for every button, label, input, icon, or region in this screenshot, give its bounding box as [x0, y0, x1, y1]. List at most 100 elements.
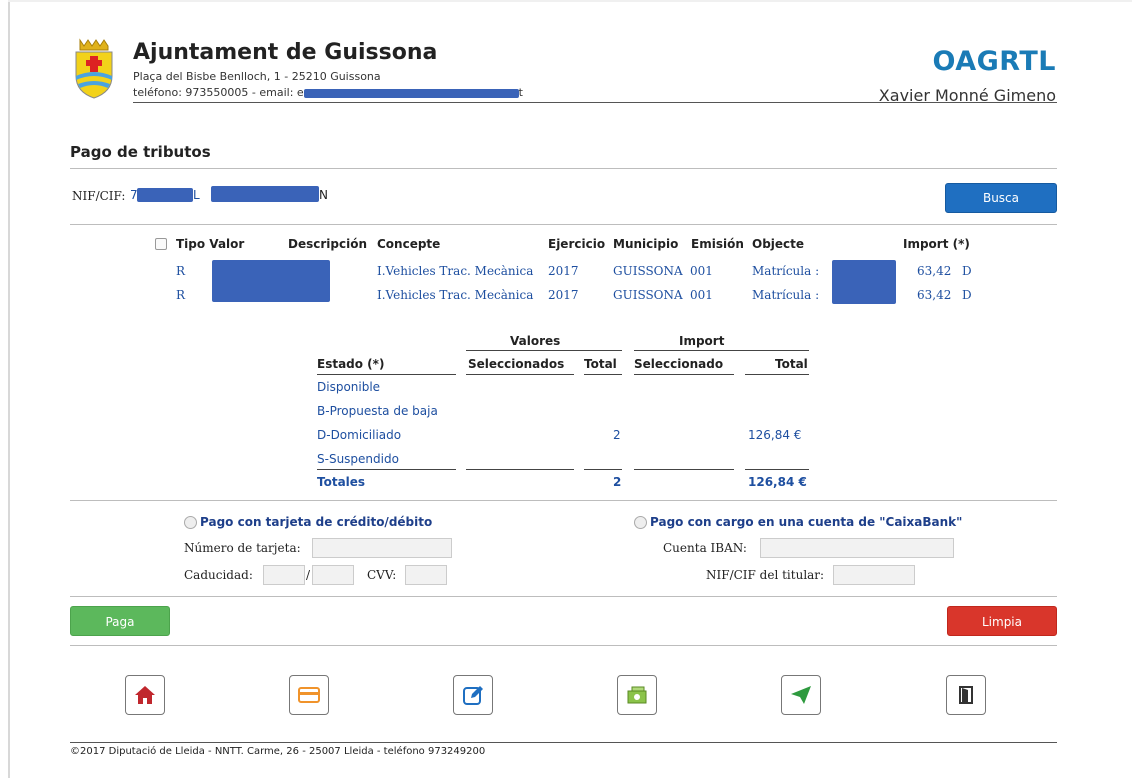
iban-label: Cuenta IBAN: [663, 541, 747, 555]
card-icon [298, 687, 320, 703]
card-payment-label[interactable]: Pago con tarjeta de crédito/débito [200, 515, 432, 529]
row-import[interactable]: 63,42 [917, 264, 951, 278]
expiry-label: Caducidad: [184, 568, 253, 582]
expiry-month-input[interactable] [263, 565, 305, 585]
row-ejercicio[interactable]: 2017 [548, 288, 579, 302]
header-underline [584, 374, 622, 375]
holder-nif-input[interactable] [833, 565, 915, 585]
col-objecte: Objecte [752, 237, 805, 251]
row-import[interactable]: 63,42 [917, 288, 951, 302]
header-underline [634, 374, 734, 375]
actions-divider [70, 645, 1057, 646]
row-municipio[interactable]: GUISSONA [613, 264, 683, 278]
redacted-descripcion [212, 260, 330, 302]
page-title: Pago de tributos [70, 143, 211, 161]
holder-nif-label: NIF/CIF del titular: [706, 568, 825, 582]
exit-icon [959, 686, 973, 704]
summary-divider [70, 500, 1057, 501]
row-tipo[interactable]: R [176, 264, 185, 278]
row-concepte[interactable]: I.Vehicles Trac. Mecànica [377, 288, 533, 302]
estado-row-total: 2 [613, 428, 621, 442]
nif-label: NIF/CIF: [72, 189, 126, 203]
home-button[interactable] [125, 675, 165, 715]
card-button[interactable] [289, 675, 329, 715]
footer-divider [70, 742, 1057, 743]
expiry-separator: / [306, 568, 311, 582]
pay-button[interactable]: Paga [70, 606, 170, 636]
card-number-label: Número de tarjeta: [184, 541, 301, 555]
search-button[interactable]: Busca [945, 183, 1057, 213]
totales-label: Totales [317, 475, 366, 489]
col-ejercicio: Ejercicio [548, 237, 606, 251]
expiry-year-input[interactable] [312, 565, 354, 585]
cvv-input[interactable] [405, 565, 447, 585]
org-name: Ajuntament de Guissona [133, 40, 438, 65]
total-underline [466, 469, 574, 470]
bank-payment-label[interactable]: Pago con cargo en una cuenta de "CaixaBa… [650, 515, 962, 529]
col-total: Total [584, 357, 617, 371]
window-border-top [8, 0, 1132, 2]
total-underline [317, 469, 456, 470]
search-divider [70, 224, 1057, 225]
col-seleccionados: Seleccionados [468, 357, 565, 371]
row-estado[interactable]: D [962, 288, 972, 302]
send-icon [791, 686, 811, 704]
row-objecte[interactable]: Matrícula : [752, 288, 819, 302]
exit-button[interactable] [946, 675, 986, 715]
summary-group-valores: Valores [510, 334, 561, 348]
money-icon [627, 686, 647, 704]
totales-import: 126,84 € [748, 475, 807, 489]
col-seleccionado: Seleccionado [634, 357, 724, 371]
footer-text: ©2017 Diputació de Lleida - NNTT. Carme,… [70, 746, 486, 757]
col-concepte: Concepte [377, 237, 441, 251]
redacted-nif[interactable] [137, 188, 193, 202]
money-button[interactable] [617, 675, 657, 715]
edit-icon [463, 686, 483, 705]
row-objecte[interactable]: Matrícula : [752, 264, 819, 278]
org-contact: teléfono: 973550005 - email: e t [133, 86, 523, 99]
col-estado: Estado (*) [317, 357, 385, 371]
home-icon [135, 686, 155, 704]
row-municipio[interactable]: GUISSONA [613, 288, 683, 302]
estado-row: Disponible [317, 380, 381, 394]
row-tipo[interactable]: R [176, 288, 185, 302]
select-all-checkbox[interactable] [155, 238, 167, 250]
row-estado[interactable]: D [962, 264, 972, 278]
app-name: OAGRTL [932, 46, 1056, 77]
coat-of-arms-logo [75, 38, 113, 99]
summary-group-import: Import [679, 334, 725, 348]
contact-prefix: teléfono: 973550005 - email: e [133, 86, 304, 99]
iban-input[interactable] [760, 538, 954, 558]
header-underline [466, 374, 574, 375]
clear-button[interactable]: Limpia [947, 606, 1057, 636]
total-underline [745, 469, 809, 470]
estado-row: S-Suspendido [317, 452, 399, 466]
header-divider [133, 102, 1057, 103]
group-underline [466, 350, 622, 351]
col-emision: Emisión [691, 237, 744, 251]
edit-button[interactable] [453, 675, 493, 715]
bank-payment-radio[interactable] [634, 516, 647, 529]
window-border [8, 0, 10, 778]
estado-row: D-Domiciliado [317, 428, 402, 442]
row-emision[interactable]: 001 [690, 288, 713, 302]
title-divider [70, 168, 1057, 169]
send-button[interactable] [781, 675, 821, 715]
org-address: Plaça del Bisbe Benlloch, 1 - 25210 Guis… [133, 70, 381, 83]
total-underline [584, 469, 622, 470]
col-municipio: Municipio [613, 237, 679, 251]
group-underline [634, 350, 809, 351]
header-underline [317, 374, 456, 375]
row-concepte[interactable]: I.Vehicles Trac. Mecànica [377, 264, 533, 278]
row-emision[interactable]: 001 [690, 264, 713, 278]
estado-row-import: 126,84 € [748, 428, 802, 442]
totales-count: 2 [613, 475, 622, 489]
card-number-input[interactable] [312, 538, 452, 558]
header-underline [745, 374, 809, 375]
row-ejercicio[interactable]: 2017 [548, 264, 579, 278]
cvv-label: CVV: [367, 568, 397, 582]
contact-suffix: t [518, 86, 523, 99]
nif-value-part: L [193, 188, 200, 202]
card-payment-radio[interactable] [184, 516, 197, 529]
payment-divider [70, 596, 1057, 597]
